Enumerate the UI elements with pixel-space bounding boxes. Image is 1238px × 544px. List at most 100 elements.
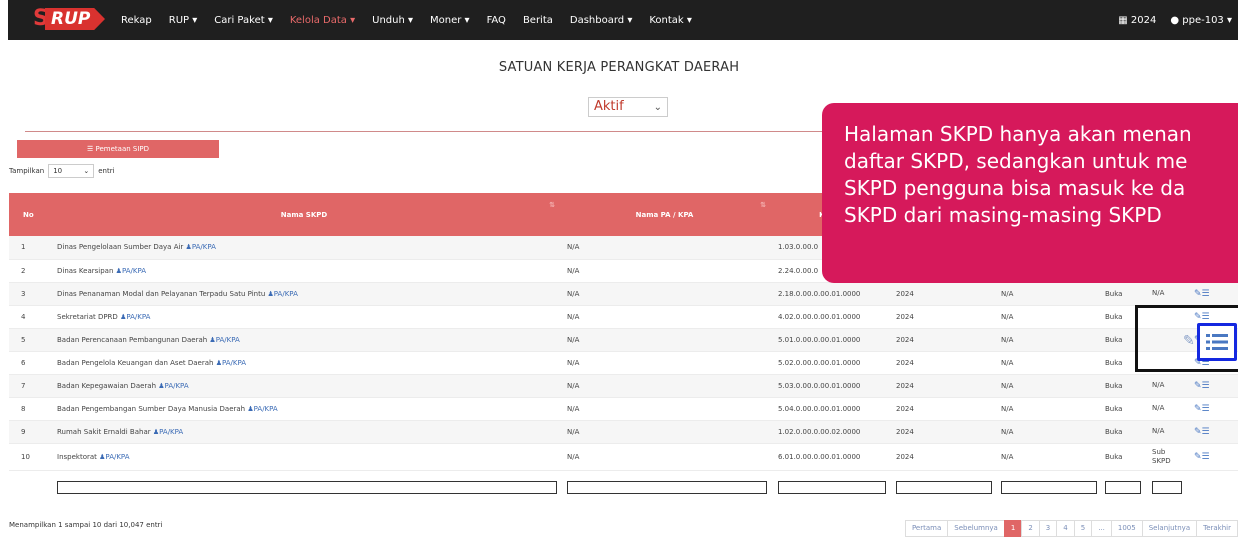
cell-ppk: N/A xyxy=(1001,452,1014,461)
page-button[interactable]: 5 xyxy=(1073,520,1093,537)
cell-actions: ✎☰ xyxy=(1186,397,1238,420)
nav-item[interactable]: Rekap xyxy=(121,15,152,26)
page-button[interactable]: Terakhir xyxy=(1196,520,1238,537)
cell-no: 4 xyxy=(21,312,26,321)
page-button[interactable]: Sebelumnya xyxy=(947,520,1005,537)
list-icon[interactable]: ☰ xyxy=(1202,289,1210,299)
cell-nama-pa: N/A xyxy=(567,312,580,321)
skpd-name: Inspektorat xyxy=(57,452,97,461)
col-header-nama-skpd[interactable]: Nama SKPD ⇅ xyxy=(49,193,559,236)
skpd-name: Badan Perencanaan Pembangunan Daerah xyxy=(57,335,208,344)
page-button[interactable]: 4 xyxy=(1056,520,1075,537)
edit-icon[interactable]: ✎ xyxy=(1194,452,1202,462)
list-icon[interactable]: ☰ xyxy=(1202,427,1210,437)
cell-nama-pa: N/A xyxy=(567,427,580,436)
pakpa-link[interactable]: ♟PA/KPA xyxy=(116,267,146,275)
table-row[interactable]: 5 Badan Perencanaan Pembangunan Daerah ♟P… xyxy=(9,328,1238,351)
table-row[interactable]: 6 Badan Pengelola Keuangan dan Aset Daera… xyxy=(9,351,1238,374)
list-icon xyxy=(1206,334,1228,350)
cell-actions: ✎☰ xyxy=(1186,374,1238,397)
pakpa-link[interactable]: ♟PA/KPA xyxy=(268,290,298,298)
table-row[interactable]: 4 Sekretariat DPRD ♟PA/KPA N/A 4.02.0.00.0.… xyxy=(9,305,1238,328)
cell-nama-skpd: Badan Pengembangan Sumber Daya Manusia D… xyxy=(49,397,559,420)
filter-input-sub[interactable] xyxy=(1152,480,1182,494)
pakpa-label: PA/KPA xyxy=(215,335,240,344)
pakpa-label: PA/KPA xyxy=(126,312,151,321)
filter-input-nama-pa[interactable] xyxy=(567,480,767,494)
page-length-select[interactable]: 10 ⌄ xyxy=(48,164,95,178)
pemetaan-sipd-label: Pemetaan SIPD xyxy=(95,145,150,153)
edit-icon[interactable]: ✎ xyxy=(1194,427,1202,437)
tutorial-tooltip: Halaman SKPD hanya akan menan daftar SKPD… xyxy=(822,103,1238,283)
sort-icon: ⇅ xyxy=(760,201,766,209)
page-button[interactable]: ... xyxy=(1091,520,1112,537)
nav-item[interactable]: Kontak ▾ xyxy=(649,15,692,26)
edit-icon[interactable]: ✎ xyxy=(1183,333,1195,349)
list-icon-highlight[interactable] xyxy=(1197,323,1237,361)
filter-input-nama-skpd[interactable] xyxy=(57,480,557,494)
edit-icon[interactable]: ✎ xyxy=(1194,404,1202,414)
col-header-nama-pa[interactable]: Nama PA / KPA ⇅ xyxy=(559,193,770,236)
filter-input-status[interactable] xyxy=(1105,480,1141,494)
page-button[interactable]: 3 xyxy=(1038,520,1058,537)
pakpa-link[interactable]: ♟PA/KPA xyxy=(120,313,150,321)
cell-no: 3 xyxy=(21,289,26,298)
cell-nama-skpd: Inspektorat ♟PA/KPA xyxy=(49,443,559,470)
nav-item[interactable]: Moner ▾ xyxy=(430,15,470,26)
cell-no: 8 xyxy=(21,404,26,413)
table-row[interactable]: 8 Badan Pengembangan Sumber Daya Manusia … xyxy=(9,397,1238,420)
cell-no: 9 xyxy=(21,427,26,436)
table-row[interactable]: 7 Badan Kepegawaian Daerah ♟PA/KPA N/A 5.03… xyxy=(9,374,1238,397)
page-length-control: Tampilkan 10 ⌄ entri xyxy=(9,164,115,178)
pakpa-link[interactable]: ♟PA/KPA xyxy=(186,243,216,251)
year-selector[interactable]: ▦ 2024 xyxy=(1118,15,1156,26)
pakpa-link[interactable]: ♟PA/KPA xyxy=(209,336,239,344)
pakpa-link[interactable]: ♟PA/KPA xyxy=(153,428,183,436)
status-select[interactable]: Aktif ⌄ xyxy=(588,97,668,117)
filter-cell xyxy=(1186,470,1238,502)
nav-item[interactable]: RUP ▾ xyxy=(169,15,198,26)
list-icon[interactable]: ☰ xyxy=(1202,452,1210,462)
sirup-logo[interactable]: S RUP xyxy=(33,5,107,33)
pakpa-link[interactable]: ♟PA/KPA xyxy=(247,405,277,413)
pakpa-link[interactable]: ♟PA/KPA xyxy=(158,382,188,390)
pemetaan-sipd-button[interactable]: ☰ Pemetaan SIPD xyxy=(17,140,219,158)
filter-cell xyxy=(49,470,559,502)
page-button[interactable]: 1005 xyxy=(1110,520,1143,537)
nav-item[interactable]: Unduh ▾ xyxy=(372,15,413,26)
edit-icon[interactable]: ✎ xyxy=(1194,381,1202,391)
table-row[interactable]: 3 Dinas Penanaman Modal dan Pelayanan Ter… xyxy=(9,282,1238,305)
col-header-nama-pa-label: Nama PA / KPA xyxy=(635,210,694,219)
cell-sub: Sub SKPD xyxy=(1152,447,1171,465)
nav-item[interactable]: Dashboard ▾ xyxy=(570,15,632,26)
filter-input-year[interactable] xyxy=(896,480,992,494)
cell-ppk: N/A xyxy=(1001,381,1014,390)
cell-nama-pa: N/A xyxy=(567,289,580,298)
cell-kode: 5.04.0.00.0.00.01.0000 xyxy=(778,404,861,413)
nav-item[interactable]: FAQ xyxy=(487,15,506,26)
page-button[interactable]: 1 xyxy=(1003,520,1023,537)
pakpa-link[interactable]: ♟PA/KPA xyxy=(99,453,129,461)
table-row[interactable]: 10 Inspektorat ♟PA/KPA N/A 6.01.0.00.0.00.0… xyxy=(9,443,1238,470)
nav-item[interactable]: Kelola Data ▾ xyxy=(290,15,355,26)
page-button[interactable]: Selanjutnya xyxy=(1141,520,1198,537)
cell-sub: N/A xyxy=(1152,381,1165,389)
page-button[interactable]: 2 xyxy=(1021,520,1040,537)
cell-year: 2024 xyxy=(896,381,914,390)
filter-input-kode[interactable] xyxy=(778,480,886,494)
col-header-no[interactable]: No xyxy=(9,193,49,236)
nav-item[interactable]: Cari Paket ▾ xyxy=(214,15,273,26)
nav-item[interactable]: Berita xyxy=(523,15,553,26)
pakpa-label: PA/KPA xyxy=(253,404,278,413)
table-row[interactable]: 9 Rumah Sakit Ernaldi Bahar ♟PA/KPA N/A 1.0… xyxy=(9,420,1238,443)
list-icon[interactable]: ☰ xyxy=(1202,404,1210,414)
pakpa-label: PA/KPA xyxy=(221,358,247,367)
user-menu[interactable]: ● ppe-103 ▾ xyxy=(1170,15,1232,26)
pakpa-link[interactable]: ♟PA/KPA xyxy=(216,359,246,367)
show-suffix: entri xyxy=(98,167,115,175)
filter-input-ppk[interactable] xyxy=(1001,480,1097,494)
tooltip-line: Halaman SKPD hanya akan menan xyxy=(844,122,1192,146)
edit-icon[interactable]: ✎ xyxy=(1194,289,1202,299)
page-button[interactable]: Pertama xyxy=(904,520,949,537)
list-icon[interactable]: ☰ xyxy=(1202,381,1210,391)
